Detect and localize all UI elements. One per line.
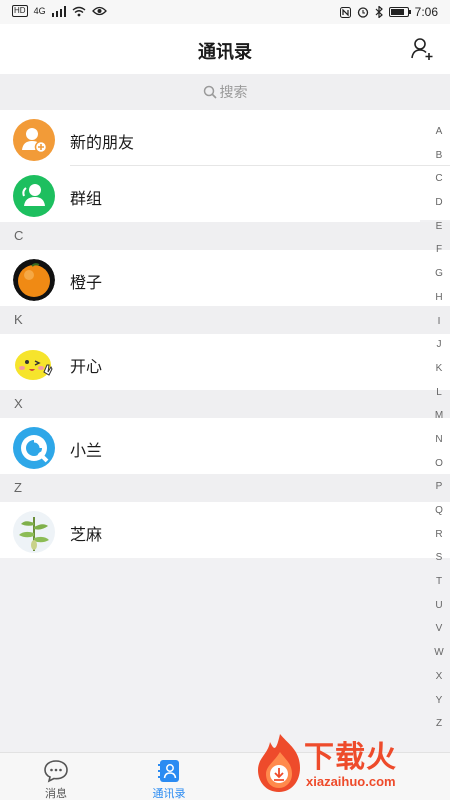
alphabet-index[interactable]: ABCDEFGHIJKLMNOPQRSTUVWXYZ (431, 120, 447, 736)
signal-icon (51, 5, 66, 17)
status-time: 7:06 (414, 5, 438, 19)
flame-logo-icon (258, 734, 300, 792)
contact-name: 芝麻 (70, 525, 103, 544)
index-letter-v[interactable]: V (436, 617, 443, 641)
tab-messages-label: 消息 (45, 787, 67, 800)
index-letter-c[interactable]: C (435, 167, 442, 191)
index-letter-d[interactable]: D (435, 191, 442, 215)
blue-circle-avatar (13, 427, 55, 469)
contact-name: 橙子 (70, 273, 103, 292)
nfc-icon (339, 6, 351, 18)
search-placeholder: 搜索 (219, 85, 248, 101)
group-icon (13, 175, 55, 217)
page-title: 通讯录 (198, 42, 252, 63)
index-letter-y[interactable]: Y (436, 689, 443, 713)
index-letter-s[interactable]: S (436, 546, 443, 570)
status-left: HD 4G (12, 5, 107, 17)
index-letter-e[interactable]: E (436, 215, 443, 239)
new-friend-icon (13, 119, 55, 161)
hd-indicator: HD (12, 5, 28, 17)
orange-avatar (13, 259, 55, 301)
chat-bubble-icon (44, 760, 68, 783)
search-bar[interactable]: 搜索 (0, 74, 450, 110)
add-contact-icon[interactable] (410, 36, 436, 62)
eye-icon (91, 6, 107, 16)
index-letter-l[interactable]: L (436, 381, 442, 405)
bluetooth-icon (375, 6, 383, 18)
battery-icon (388, 7, 411, 17)
groups-label: 群组 (70, 189, 103, 208)
index-letter-j[interactable]: J (437, 333, 442, 357)
happy-face-avatar (13, 343, 55, 385)
index-letter-w[interactable]: W (434, 641, 443, 665)
contact-item-orange[interactable]: 橙子 (0, 250, 420, 306)
wifi-icon (72, 6, 86, 16)
index-letter-u[interactable]: U (435, 594, 442, 618)
network-indicator: 4G (33, 6, 46, 16)
groups-item[interactable]: 群组 (0, 166, 420, 222)
index-letter-r[interactable]: R (435, 523, 442, 547)
tab-contacts-label: 通讯录 (152, 787, 186, 800)
contact-name: 开心 (70, 357, 103, 376)
contact-item-xiaolan[interactable]: 小兰 (0, 418, 420, 474)
contact-name: 小兰 (70, 441, 103, 460)
contact-item-happy[interactable]: 开心 (0, 334, 420, 390)
index-letter-o[interactable]: O (435, 452, 443, 476)
status-right: 7:06 (339, 5, 438, 19)
section-header-x: X (0, 390, 450, 418)
new-friends-label: 新的朋友 (70, 133, 135, 152)
section-header-c: C (0, 222, 450, 250)
index-letter-a[interactable]: A (436, 120, 443, 144)
index-letter-g[interactable]: G (435, 262, 443, 286)
watermark-url: xiazaihuo.com (306, 774, 396, 789)
header-bar: 通讯录 (0, 24, 450, 74)
contact-item-sesame[interactable]: 芝麻 (0, 502, 420, 558)
index-letter-p[interactable]: P (436, 475, 443, 499)
index-letter-n[interactable]: N (435, 428, 442, 452)
index-letter-k[interactable]: K (436, 357, 443, 381)
new-friends-item[interactable]: 新的朋友 (0, 110, 420, 166)
index-letter-x[interactable]: X (436, 665, 443, 689)
tab-contacts[interactable]: 通讯录 (129, 759, 209, 800)
section-header-k: K (0, 306, 450, 334)
alarm-icon (357, 7, 368, 18)
index-letter-b[interactable]: B (436, 144, 443, 168)
watermark-logo: 下载火 xiazaihuo.com (254, 732, 444, 796)
index-letter-m[interactable]: M (435, 404, 443, 428)
tab-messages[interactable]: 消息 (16, 759, 96, 800)
index-letter-t[interactable]: T (436, 570, 442, 594)
status-bar: HD 4G 7:06 (0, 0, 450, 24)
index-letter-i[interactable]: I (438, 310, 441, 334)
section-header-z: Z (0, 474, 450, 502)
search-icon (203, 85, 217, 99)
sesame-plant-avatar (13, 511, 55, 553)
index-letter-q[interactable]: Q (435, 499, 443, 523)
index-letter-f[interactable]: F (436, 238, 442, 262)
watermark-text: 下载火 (304, 740, 397, 775)
contacts-icon (158, 760, 179, 782)
index-letter-h[interactable]: H (435, 286, 442, 310)
